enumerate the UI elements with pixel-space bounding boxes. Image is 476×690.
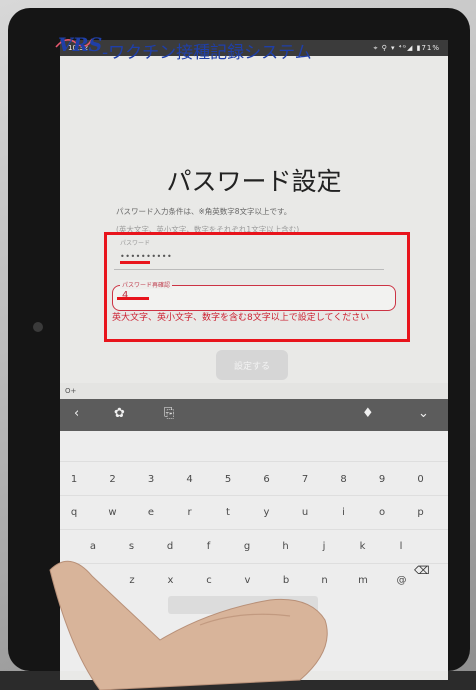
key-4[interactable]: 4 [173, 465, 207, 495]
back-icon[interactable]: ‹ [74, 406, 79, 421]
annotation-highlight-box [104, 232, 410, 342]
annotation-underline-confirm [117, 297, 149, 300]
key-i[interactable]: i [327, 498, 361, 528]
key-9[interactable]: 9 [365, 465, 399, 495]
settings-gear-icon[interactable]: ✿ [114, 406, 125, 421]
keyboard-toolbar: ‹ ✿ ⎘ ♦ ⌄ [60, 399, 448, 431]
submit-button[interactable]: 設定する [216, 350, 288, 380]
key-7[interactable]: 7 [288, 465, 322, 495]
front-camera [33, 322, 43, 332]
key-q[interactable]: q [57, 498, 91, 528]
key-3[interactable]: 3 [134, 465, 168, 495]
status-icons: ⌖ ⚲ ▾ ⁴ᴳ◢ ▮71% [373, 44, 440, 52]
annotation-underline-password [120, 261, 150, 264]
key-icon[interactable]: O+ [65, 387, 76, 395]
key-u[interactable]: u [288, 498, 322, 528]
key-m[interactable]: m [346, 566, 380, 596]
key-t[interactable]: t [211, 498, 245, 528]
key-r[interactable]: r [173, 498, 207, 528]
key-o[interactable]: o [365, 498, 399, 528]
key-8[interactable]: 8 [327, 465, 361, 495]
key-k[interactable]: k [346, 532, 380, 562]
key-2[interactable]: 2 [96, 465, 130, 495]
keyboard-toggle-bar: O+ [60, 383, 448, 399]
key-row-separator [60, 461, 448, 462]
key-1[interactable]: 1 [57, 465, 91, 495]
collapse-keyboard-icon[interactable]: ⌄ [418, 406, 429, 421]
clipboard-icon[interactable]: ⎘ [164, 406, 174, 421]
key-row-separator [60, 495, 448, 496]
finger-image [49, 560, 328, 690]
backspace-icon[interactable]: ⌫ [414, 564, 430, 577]
logo-text: -ワクチン接種記録システム [102, 43, 312, 63]
key-p[interactable]: p [404, 498, 438, 528]
page-title: パスワード設定 [166, 167, 342, 196]
key-0[interactable]: 0 [404, 465, 438, 495]
password-hint: パスワード入力条件は、※角英数字8文字以上です。 [116, 207, 292, 216]
key-6[interactable]: 6 [250, 465, 284, 495]
key-e[interactable]: e [134, 498, 168, 528]
key-l[interactable]: l [384, 532, 418, 562]
microphone-icon[interactable]: ♦ [362, 406, 374, 421]
key-y[interactable]: y [250, 498, 284, 528]
key-5[interactable]: 5 [211, 465, 245, 495]
logo-brand: VRS [58, 34, 103, 56]
key-w[interactable]: w [96, 498, 130, 528]
